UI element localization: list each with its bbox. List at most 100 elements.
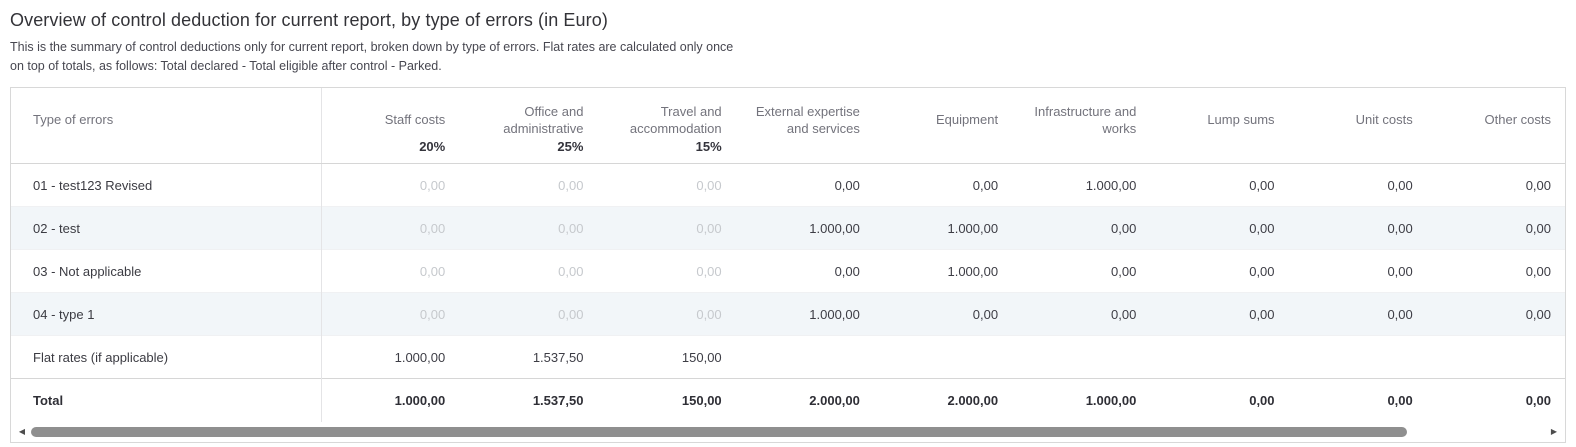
table-row-flat-rates-if-applicable: Flat rates (if applicable)1.000,001.537,… <box>11 336 1565 379</box>
table-head: Type of errors Staff costs20%Office and … <box>11 88 1565 164</box>
horizontal-scrollbar[interactable]: ◀ ▶ <box>11 422 1565 442</box>
cell <box>1427 336 1565 379</box>
column-flat-rate <box>750 139 860 157</box>
column-label: Infrastructure and works <box>1026 101 1136 138</box>
column-flat-rate <box>1441 139 1551 157</box>
column-header-lump-sums: Lump sums <box>1150 88 1288 164</box>
cell: 0,00 <box>736 250 874 293</box>
cell: 150,00 <box>597 379 735 422</box>
row-label: 02 - test <box>11 207 321 250</box>
column-flat-rate: 20% <box>336 139 446 157</box>
column-header-other-costs: Other costs <box>1427 88 1565 164</box>
cell: 0,00 <box>1150 379 1288 422</box>
cell: 0,00 <box>321 293 459 336</box>
cell: 0,00 <box>1012 293 1150 336</box>
cell: 0,00 <box>459 250 597 293</box>
cell <box>874 336 1012 379</box>
page-description: This is the summary of control deduction… <box>10 38 734 76</box>
column-flat-rate <box>1164 139 1274 157</box>
column-flat-rate <box>888 139 998 157</box>
cell: 1.000,00 <box>321 336 459 379</box>
cell: 150,00 <box>597 336 735 379</box>
cell: 0,00 <box>1012 207 1150 250</box>
column-flat-rate <box>33 139 307 157</box>
cell <box>1150 336 1288 379</box>
column-label: External expertise and services <box>750 101 860 138</box>
cell <box>736 336 874 379</box>
table-row-04-type-1: 04 - type 10,000,000,001.000,000,000,000… <box>11 293 1565 336</box>
column-label: Unit costs <box>1303 101 1413 138</box>
cell: 1.537,50 <box>459 379 597 422</box>
cell: 1.000,00 <box>736 207 874 250</box>
cell: 0,00 <box>874 293 1012 336</box>
scrollbar-thumb[interactable] <box>31 427 1407 437</box>
cell <box>1289 336 1427 379</box>
cell: 0,00 <box>459 293 597 336</box>
column-flat-rate <box>1303 139 1413 157</box>
cell: 1.000,00 <box>1012 379 1150 422</box>
cell: 0,00 <box>459 207 597 250</box>
cell: 0,00 <box>874 164 1012 207</box>
cell: 0,00 <box>1150 250 1288 293</box>
cell: 1.000,00 <box>321 379 459 422</box>
cell: 0,00 <box>1012 250 1150 293</box>
row-label: Total <box>11 379 321 422</box>
cell: 0,00 <box>1427 379 1565 422</box>
cell: 0,00 <box>736 164 874 207</box>
scroll-right-icon[interactable]: ▶ <box>1548 426 1560 438</box>
cell: 2.000,00 <box>874 379 1012 422</box>
column-label: Equipment <box>888 101 998 138</box>
cell: 1.000,00 <box>1012 164 1150 207</box>
cell: 0,00 <box>1150 293 1288 336</box>
cell: 0,00 <box>459 164 597 207</box>
column-header-type-of-errors: Type of errors <box>11 88 321 164</box>
table-header-row: Type of errors Staff costs20%Office and … <box>11 88 1565 164</box>
cell: 0,00 <box>1289 164 1427 207</box>
column-label: Travel and accommodation <box>611 101 721 138</box>
cell: 0,00 <box>1150 207 1288 250</box>
cell: 0,00 <box>1289 250 1427 293</box>
cell: 1.000,00 <box>736 293 874 336</box>
cell: 1.000,00 <box>874 250 1012 293</box>
table-row-03-not-applicable: 03 - Not applicable0,000,000,000,001.000… <box>11 250 1565 293</box>
column-header-office-and-administrative: Office and administrative25% <box>459 88 597 164</box>
column-header-travel-and-accommodation: Travel and accommodation15% <box>597 88 735 164</box>
row-label: Flat rates (if applicable) <box>11 336 321 379</box>
column-label: Staff costs <box>336 101 446 138</box>
cell: 0,00 <box>597 250 735 293</box>
column-header-staff-costs: Staff costs20% <box>321 88 459 164</box>
cell: 0,00 <box>597 207 735 250</box>
table-row-01-test123-revised: 01 - test123 Revised0,000,000,000,000,00… <box>11 164 1565 207</box>
cell: 0,00 <box>1427 250 1565 293</box>
row-label: 01 - test123 Revised <box>11 164 321 207</box>
total-row: Total1.000,001.537,50150,002.000,002.000… <box>11 379 1565 422</box>
cell: 0,00 <box>1427 293 1565 336</box>
column-label: Other costs <box>1441 101 1551 138</box>
cell: 0,00 <box>321 207 459 250</box>
cell: 0,00 <box>1150 164 1288 207</box>
scroll-left-icon[interactable]: ◀ <box>16 426 28 438</box>
cell <box>1012 336 1150 379</box>
column-flat-rate <box>1026 139 1136 157</box>
cell: 0,00 <box>1289 293 1427 336</box>
table-row-02-test: 02 - test0,000,000,001.000,001.000,000,0… <box>11 207 1565 250</box>
cell: 0,00 <box>597 293 735 336</box>
cell: 0,00 <box>1289 207 1427 250</box>
cell: 1.000,00 <box>874 207 1012 250</box>
control-deduction-table-container: Type of errors Staff costs20%Office and … <box>10 87 1566 443</box>
scrollbar-track[interactable] <box>28 426 1548 438</box>
column-header-external-expertise-and-services: External expertise and services <box>736 88 874 164</box>
page-title: Overview of control deduction for curren… <box>10 10 1566 31</box>
column-header-unit-costs: Unit costs <box>1289 88 1427 164</box>
column-flat-rate: 25% <box>473 139 583 157</box>
column-header-infrastructure-and-works: Infrastructure and works <box>1012 88 1150 164</box>
column-label: Type of errors <box>33 101 307 138</box>
column-label: Lump sums <box>1164 101 1274 138</box>
control-deduction-table: Type of errors Staff costs20%Office and … <box>11 88 1565 422</box>
row-label: 03 - Not applicable <box>11 250 321 293</box>
cell: 0,00 <box>597 164 735 207</box>
column-label: Office and administrative <box>473 101 583 138</box>
cell: 0,00 <box>321 164 459 207</box>
page: Overview of control deduction for curren… <box>0 0 1576 443</box>
cell: 1.537,50 <box>459 336 597 379</box>
